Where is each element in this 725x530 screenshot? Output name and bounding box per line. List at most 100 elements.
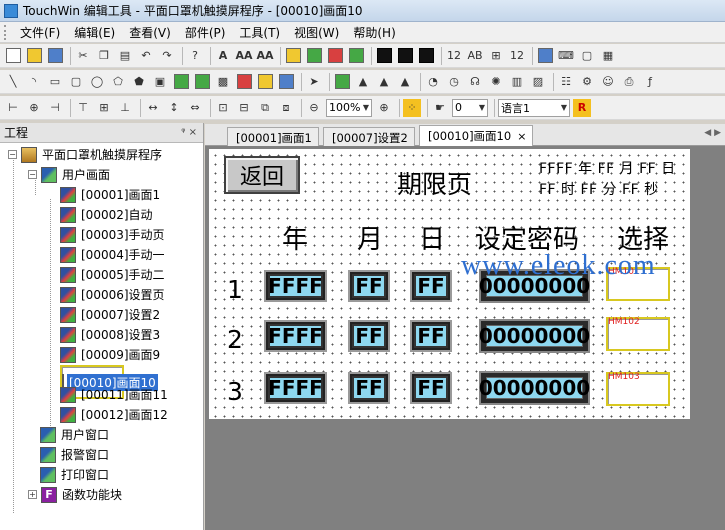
gallery-icon[interactable]	[333, 73, 351, 91]
tree-screen-item[interactable]: [00001]画面1	[60, 185, 162, 204]
tree-screen-item[interactable]: [00007]设置2	[60, 305, 162, 324]
help-icon[interactable]: ?	[186, 47, 204, 65]
line-icon[interactable]: ╲	[4, 73, 22, 91]
year-input[interactable]: FFFF	[264, 320, 327, 352]
grid-icon[interactable]: ⊞	[487, 47, 505, 65]
select-box[interactable]: HM102	[606, 317, 670, 351]
tree-screen-item[interactable]: [00008]设置3	[60, 325, 162, 344]
day-input[interactable]: FF	[410, 270, 452, 302]
save-icon[interactable]	[46, 47, 64, 65]
copy-icon[interactable]: ❐	[95, 47, 113, 65]
zoom-out-icon[interactable]: ⊖	[305, 99, 323, 117]
abc-display-icon[interactable]	[417, 47, 435, 65]
collapse-icon[interactable]: −	[8, 150, 17, 159]
state-combo[interactable]: 0 ▼	[452, 98, 488, 117]
clock-icon[interactable]: ◷	[445, 73, 463, 91]
keyboard-icon[interactable]: ⌨	[557, 47, 575, 65]
password-input[interactable]: 00000000	[479, 319, 590, 353]
day-input[interactable]: FF	[410, 372, 452, 404]
tree-function-blocks[interactable]: + F 函数功能块	[28, 485, 124, 504]
menu-file[interactable]: 文件(F)	[13, 24, 67, 41]
tree-screen-item[interactable]: [00002]自动	[60, 205, 155, 224]
tree-screen-item[interactable]: [00011]画面11	[60, 385, 170, 404]
menu-edit[interactable]: 编辑(E)	[67, 24, 122, 41]
tree-alarm-windows[interactable]: 报警窗口	[40, 445, 111, 464]
align-right-icon[interactable]: ⊣	[46, 99, 64, 117]
bar-icon[interactable]: ▲	[375, 73, 393, 91]
tree-screen-item[interactable]: [00009]画面9	[60, 345, 162, 364]
new-file-icon[interactable]	[4, 47, 22, 65]
month-input[interactable]: FF	[348, 372, 390, 404]
toolbar-grip[interactable]	[4, 24, 7, 40]
polygon-icon[interactable]: ⬠	[109, 73, 127, 91]
qr-icon[interactable]: ▩	[214, 73, 232, 91]
group-icon[interactable]: ⊡	[214, 99, 232, 117]
text-large-icon[interactable]: AA	[235, 47, 253, 65]
language-flag-icon[interactable]: R	[573, 98, 591, 117]
tree-screen-item[interactable]: [00012]画面12	[60, 405, 170, 424]
meter-icon[interactable]: ◔	[424, 73, 442, 91]
lamp-icon[interactable]	[284, 47, 302, 65]
align-left-icon[interactable]: ⊢	[4, 99, 22, 117]
menu-help[interactable]: 帮助(H)	[346, 24, 402, 41]
tab-screen1[interactable]: [00001]画面1	[227, 127, 319, 146]
cut-icon[interactable]: ✂	[74, 47, 92, 65]
panel-pin-close-icon[interactable]: ᵠ ×	[181, 127, 197, 138]
library-icon[interactable]	[277, 73, 295, 91]
paint-icon[interactable]	[235, 73, 253, 91]
language-combo[interactable]: 语言1 ▼	[498, 98, 570, 117]
open-folder-icon[interactable]	[25, 47, 43, 65]
ab-icon[interactable]: AB	[466, 47, 484, 65]
numeric-input-icon[interactable]	[396, 47, 414, 65]
year-input[interactable]: FFFF	[264, 270, 327, 302]
menu-parts[interactable]: 部件(P)	[178, 24, 233, 41]
window-icon[interactable]: ▢	[578, 47, 596, 65]
tree-screen-item[interactable]: [00005]手动二	[60, 265, 167, 284]
same-size-icon[interactable]: ⇔	[186, 99, 204, 117]
alarm-icon[interactable]: ☊	[466, 73, 484, 91]
zoom-in-icon[interactable]: ⊕	[375, 99, 393, 117]
tab-scroll-arrows-icon[interactable]: ◀ ▶	[704, 128, 721, 138]
pentagon-icon[interactable]: ⬟	[130, 73, 148, 91]
same-height-icon[interactable]: ↕	[165, 99, 183, 117]
arc-icon[interactable]: ◝	[25, 73, 43, 91]
collapse-icon[interactable]: −	[28, 170, 37, 179]
pointer-icon[interactable]: ➤	[305, 73, 323, 91]
ellipse-icon[interactable]: ◯	[88, 73, 106, 91]
zoom-combo[interactable]: 100% ▼	[326, 98, 372, 117]
rectangle-icon[interactable]: ▭	[46, 73, 64, 91]
align-bottom-icon[interactable]: ⊥	[116, 99, 134, 117]
numeric-display-icon[interactable]	[375, 47, 393, 65]
image-icon[interactable]	[172, 73, 190, 91]
histogram-icon[interactable]: ▥	[508, 73, 526, 91]
menu-window[interactable]: 视图(W)	[287, 24, 346, 41]
flag-icon[interactable]	[347, 47, 365, 65]
picture-icon[interactable]: ▨	[529, 73, 547, 91]
print-icon[interactable]: ⎙	[620, 73, 638, 91]
ungroup-icon[interactable]: ⊟	[235, 99, 253, 117]
same-width-icon[interactable]: ↔	[144, 99, 162, 117]
function-icon[interactable]: ƒ	[641, 73, 659, 91]
month-input[interactable]: FF	[348, 320, 390, 352]
align-top-icon[interactable]: ⊤	[74, 99, 92, 117]
password-input[interactable]: 00000000	[479, 371, 590, 405]
text-tool-icon[interactable]: A	[214, 47, 232, 65]
tab-settings2[interactable]: [00007]设置2	[323, 127, 415, 146]
paste-icon[interactable]: ▤	[116, 47, 134, 65]
num-123-icon[interactable]: 12	[445, 47, 463, 65]
button-part-icon[interactable]	[326, 47, 344, 65]
close-icon[interactable]: ×	[517, 130, 526, 143]
tree-screen-item[interactable]: [00004]手动一	[60, 245, 167, 264]
num-input-icon[interactable]: 12	[508, 47, 526, 65]
light-icon[interactable]: ✺	[487, 73, 505, 91]
grid-dots-icon[interactable]: ⁘	[403, 98, 421, 117]
tree-user-windows[interactable]: 用户窗口	[40, 425, 111, 444]
hand-icon[interactable]: ☛	[431, 99, 449, 117]
frame-icon[interactable]: ▣	[151, 73, 169, 91]
rounded-rect-icon[interactable]: ▢	[67, 73, 85, 91]
front-icon[interactable]: ⧉	[256, 99, 274, 117]
recipe-icon[interactable]: ☷	[557, 73, 575, 91]
chart-icon[interactable]: ▲	[354, 73, 372, 91]
year-input[interactable]: FFFF	[264, 372, 327, 404]
user-icon[interactable]: ☺	[599, 73, 617, 91]
